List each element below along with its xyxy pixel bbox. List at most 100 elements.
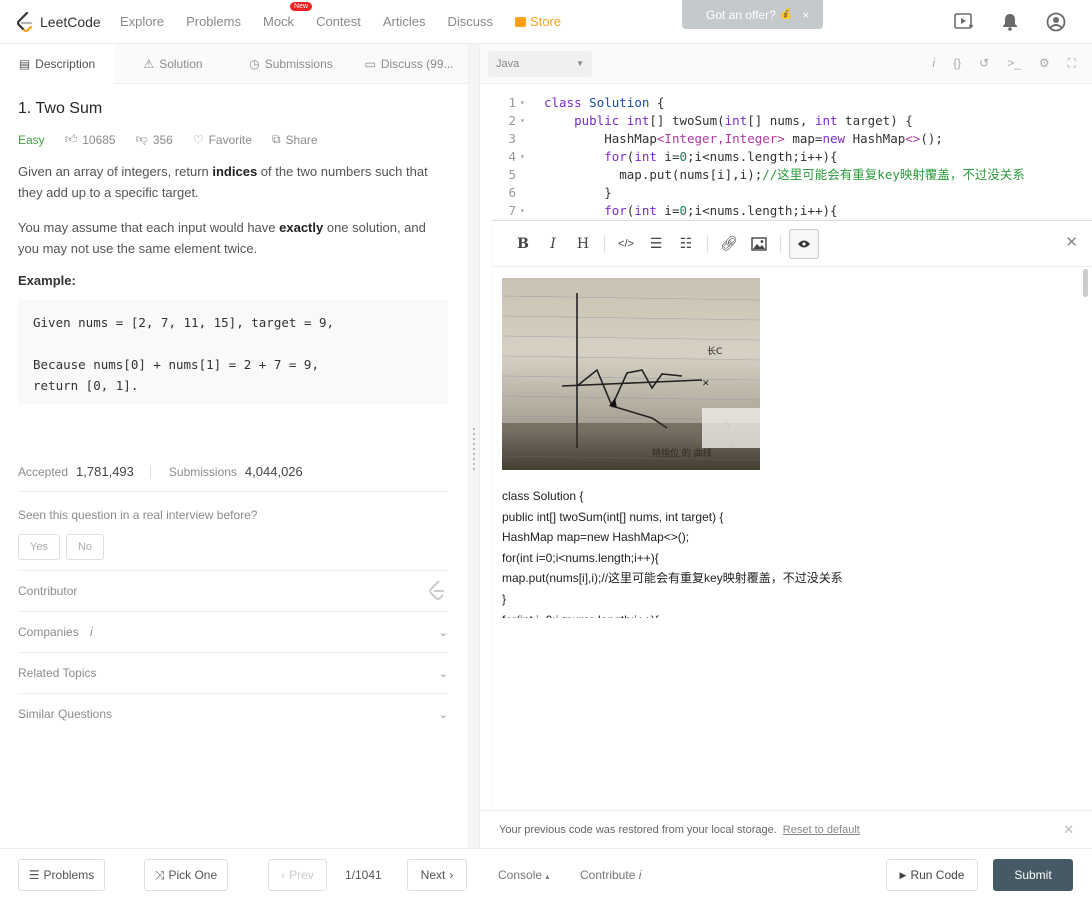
preview-eye-icon[interactable]	[789, 228, 819, 259]
link-icon[interactable]: 🔗︎	[714, 229, 744, 259]
problem-title: 1. Two Sum	[18, 100, 103, 117]
code-icon[interactable]: </>	[611, 229, 641, 259]
offer-banner[interactable]: Got an offer? 💰 ×	[682, 0, 823, 29]
nav-articles[interactable]: Articles	[383, 14, 426, 29]
acceptance-stats: Accepted 1,781,493 Submissions 4,044,026	[18, 464, 448, 492]
no-button[interactable]: No	[65, 534, 105, 560]
toolbar-divider	[780, 234, 781, 253]
share-button[interactable]: ⧉ Share	[272, 132, 318, 147]
md-line: public int[] twoSum(int[] nums, int targ…	[502, 509, 724, 524]
bullet-list-icon[interactable]: ☰	[641, 229, 671, 259]
panel-resizer[interactable]	[468, 44, 480, 848]
nav-contest[interactable]: Contest	[316, 14, 361, 29]
contributor-section[interactable]: Contributor	[18, 570, 448, 611]
playground-icon[interactable]	[952, 10, 976, 34]
shuffle-icon: ⤨	[154, 867, 165, 882]
nav-discuss[interactable]: Discuss	[448, 14, 494, 29]
submit-button[interactable]: Submit	[993, 859, 1073, 891]
console-icon[interactable]: >_	[1007, 56, 1021, 71]
run-code-button[interactable]: ▶ Run Code	[886, 859, 978, 891]
tab-description[interactable]: ▤ Description	[0, 44, 114, 84]
chevron-down-icon: ⌄	[438, 708, 448, 721]
code-line: 1 ▾ class Solution {	[480, 94, 664, 112]
italic-icon[interactable]: I	[538, 229, 568, 259]
interview-question: Seen this question in a real interview b…	[18, 508, 258, 522]
code-line: 4 ▾ for(int i=0;i<nums.length;i++){	[480, 148, 837, 166]
settings-icon[interactable]: ⚙	[1039, 56, 1050, 71]
bell-icon[interactable]	[998, 10, 1022, 34]
store-icon	[515, 17, 527, 27]
problems-button[interactable]: ☰ Problems	[18, 859, 105, 891]
tab-discuss[interactable]: ▭ Discuss (99...	[350, 44, 468, 84]
stats-divider	[149, 464, 151, 479]
contribute-button[interactable]: Contribute i	[580, 868, 641, 882]
fold-icon[interactable]: ▾	[520, 112, 534, 130]
nav-mock[interactable]: Mock New	[263, 2, 313, 29]
contributor-avatar-icon	[426, 579, 448, 604]
offer-close-icon[interactable]: ×	[802, 8, 809, 22]
fold-icon	[520, 166, 534, 184]
reset-to-default-link[interactable]: Reset to default	[783, 824, 860, 836]
tab-solution[interactable]: ⚠ Solution	[114, 44, 232, 84]
companies-section[interactable]: Companies i ⌄	[18, 611, 448, 652]
account-icon[interactable]	[1044, 10, 1068, 34]
like-button[interactable]: 👍︎ 10685	[65, 132, 116, 147]
console-button[interactable]: Console ▴	[498, 868, 549, 882]
left-tabs: ▤ Description ⚠ Solution ◷ Submissions ▭ Dis…	[0, 44, 468, 84]
scrollbar[interactable]	[1083, 269, 1088, 297]
clock-icon: ◷	[249, 57, 260, 71]
next-button[interactable]: Next ›	[407, 859, 467, 891]
dislike-count: 356	[152, 132, 173, 147]
md-line: }	[502, 591, 507, 606]
fullscreen-icon[interactable]: ⛶	[1068, 56, 1076, 71]
caret-down-icon: ▼	[576, 59, 584, 68]
code-text: map.put(nums[i],i);//这里可能会有重复key映射覆盖，不过没…	[544, 167, 1025, 182]
line-number: 1	[508, 95, 516, 110]
fold-icon[interactable]: ▾	[520, 202, 534, 220]
markdown-text: class Solution { public int[] twoSum(int…	[502, 486, 1077, 618]
nav-explore[interactable]: Explore	[120, 14, 164, 29]
yes-button[interactable]: Yes	[18, 534, 60, 560]
similar-questions-section[interactable]: Similar Questions ⌄	[18, 693, 448, 734]
reset-icon[interactable]: ↺	[979, 56, 989, 71]
info-icon[interactable]: i	[932, 56, 935, 71]
md-line: for(int i=0;i<nums.length;i++){	[502, 550, 659, 565]
svg-text:✕: ✕	[702, 379, 710, 389]
prev-button[interactable]: ‹ Prev	[268, 859, 327, 891]
pick-one-button[interactable]: ⤨ Pick One	[144, 859, 228, 891]
thumbs-up-icon: 👍︎	[64, 132, 78, 146]
nav-store-label: Store	[530, 14, 562, 29]
fold-icon	[520, 184, 534, 202]
numbered-list-icon[interactable]: ☷	[671, 229, 701, 259]
money-bag-icon: 💰	[779, 9, 793, 20]
nav-problems[interactable]: Problems	[186, 14, 241, 29]
logo[interactable]: LeetCode	[16, 11, 108, 32]
image-icon[interactable]	[744, 229, 774, 259]
nav-store[interactable]: Store	[515, 14, 561, 29]
close-icon[interactable]: ✕	[1065, 233, 1078, 251]
thumbs-down-icon: 👎︎	[135, 132, 148, 146]
tab-discuss-label: Discuss (99...	[380, 57, 454, 71]
example-code: Given nums = [2, 7, 11, 15], target = 9,…	[18, 300, 448, 404]
companies-label: Companies i	[18, 625, 93, 639]
problem-paragraph-1: Given an array of integers, return indic…	[18, 161, 450, 203]
brand-name: LeetCode	[40, 13, 101, 30]
contribute-label: Contribute	[580, 868, 636, 882]
run-code-label: Run Code	[910, 868, 965, 882]
chevron-down-icon: ⌄	[438, 626, 448, 639]
fold-icon[interactable]: ▾	[520, 94, 534, 112]
fold-icon[interactable]: ▾	[520, 148, 534, 166]
language-select[interactable]: Java ▼	[488, 50, 592, 77]
braces-icon[interactable]: {}	[953, 56, 961, 71]
contributor-label: Contributor	[18, 584, 78, 598]
top-nav: LeetCode Explore Problems Mock New Contes…	[0, 0, 1092, 44]
dislike-button[interactable]: 👎︎ 356	[136, 132, 173, 147]
bold-icon[interactable]: B	[508, 229, 538, 259]
markdown-editor: B I H </> ☰ ☷ 🔗︎ ✕ ✕ 长C 特指位 的 曲线 class S…	[492, 220, 1092, 810]
like-count: 10685	[82, 132, 116, 147]
favorite-button[interactable]: ♡ Favorite	[193, 133, 252, 147]
tab-submissions[interactable]: ◷ Submissions	[232, 44, 350, 84]
related-topics-section[interactable]: Related Topics ⌄	[18, 652, 448, 693]
close-icon[interactable]: ✕	[1063, 822, 1074, 838]
heading-icon[interactable]: H	[568, 229, 598, 259]
